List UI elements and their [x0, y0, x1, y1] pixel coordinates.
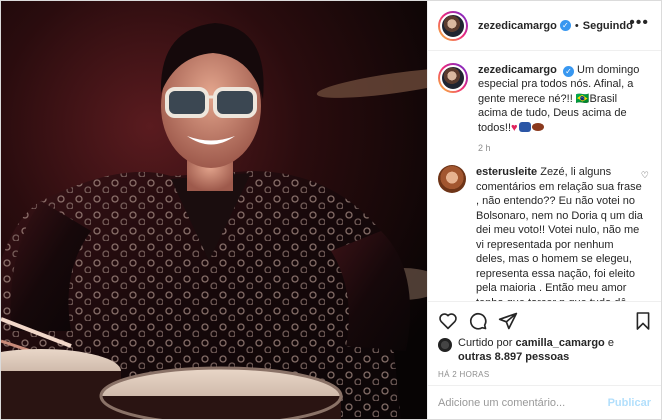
photo-drummer-illustration — [1, 1, 427, 419]
verified-badge-icon: ✓ — [559, 20, 571, 31]
emoji — [518, 121, 531, 132]
post-actions: Curtido por camilla_camargo e outras 8.8… — [428, 301, 661, 385]
comment-text: esterusleite Zezé, li alguns comentários… — [476, 165, 644, 301]
publish-button[interactable]: Publicar — [608, 397, 651, 409]
commenter-username[interactable]: esterusleite — [476, 166, 537, 178]
verified-badge-icon: ✓ — [562, 66, 574, 77]
liker-avatar[interactable] — [438, 338, 452, 352]
post-header: zezedicamargo ✓ • Seguindo ••• — [428, 1, 661, 51]
author-avatar[interactable] — [438, 10, 468, 41]
comment-input[interactable] — [438, 396, 608, 409]
share-icon[interactable] — [498, 311, 518, 331]
football-emoji — [531, 122, 544, 131]
comment-item: esterusleite Zezé, li alguns comentários… — [438, 165, 651, 301]
comments-list[interactable]: zezedicamargo ✓ Um domingo especial pra … — [428, 51, 661, 301]
caption-time: 2 h — [478, 143, 491, 154]
more-options-icon[interactable]: ••• — [629, 14, 649, 32]
post-modal: zezedicamargo ✓ • Seguindo ••• zezedicam… — [0, 0, 662, 420]
commenter-avatar[interactable] — [438, 165, 466, 194]
comment-like-icon[interactable]: ♡ — [641, 170, 649, 181]
action-buttons — [438, 308, 651, 334]
post-photo[interactable] — [1, 1, 427, 419]
following-button[interactable]: Seguindo — [583, 20, 633, 32]
red-heart-emoji: ♥ — [511, 121, 518, 134]
add-comment-bar: Publicar — [428, 385, 661, 419]
liker-username[interactable]: camilla_camargo — [515, 337, 604, 349]
comment-icon[interactable] — [468, 311, 488, 331]
caption-username[interactable]: zezedicamargo — [478, 64, 557, 76]
comment-body: Zezé, li alguns comentários em relação s… — [476, 166, 643, 301]
heart-icon[interactable] — [438, 312, 458, 330]
likes-prefix: Curtido por — [458, 337, 513, 349]
caption: zezedicamargo ✓ Um domingo especial pra … — [438, 63, 651, 135]
separator: • — [574, 19, 579, 32]
post-timestamp[interactable]: HÁ 2 HORAS — [438, 370, 651, 379]
bookmark-icon[interactable] — [635, 311, 651, 331]
caption-avatar[interactable] — [438, 63, 468, 93]
author-username[interactable]: zezedicamargo — [478, 20, 557, 32]
likes-summary: Curtido por camilla_camargo e outras 8.8… — [438, 336, 651, 364]
likes-count[interactable]: outras 8.897 pessoas — [458, 351, 569, 363]
post-details-panel: zezedicamargo ✓ • Seguindo ••• zezedicam… — [427, 1, 661, 419]
caption-text: zezedicamargo ✓ Um domingo especial pra … — [478, 63, 648, 135]
likes-joiner: e — [607, 337, 614, 349]
